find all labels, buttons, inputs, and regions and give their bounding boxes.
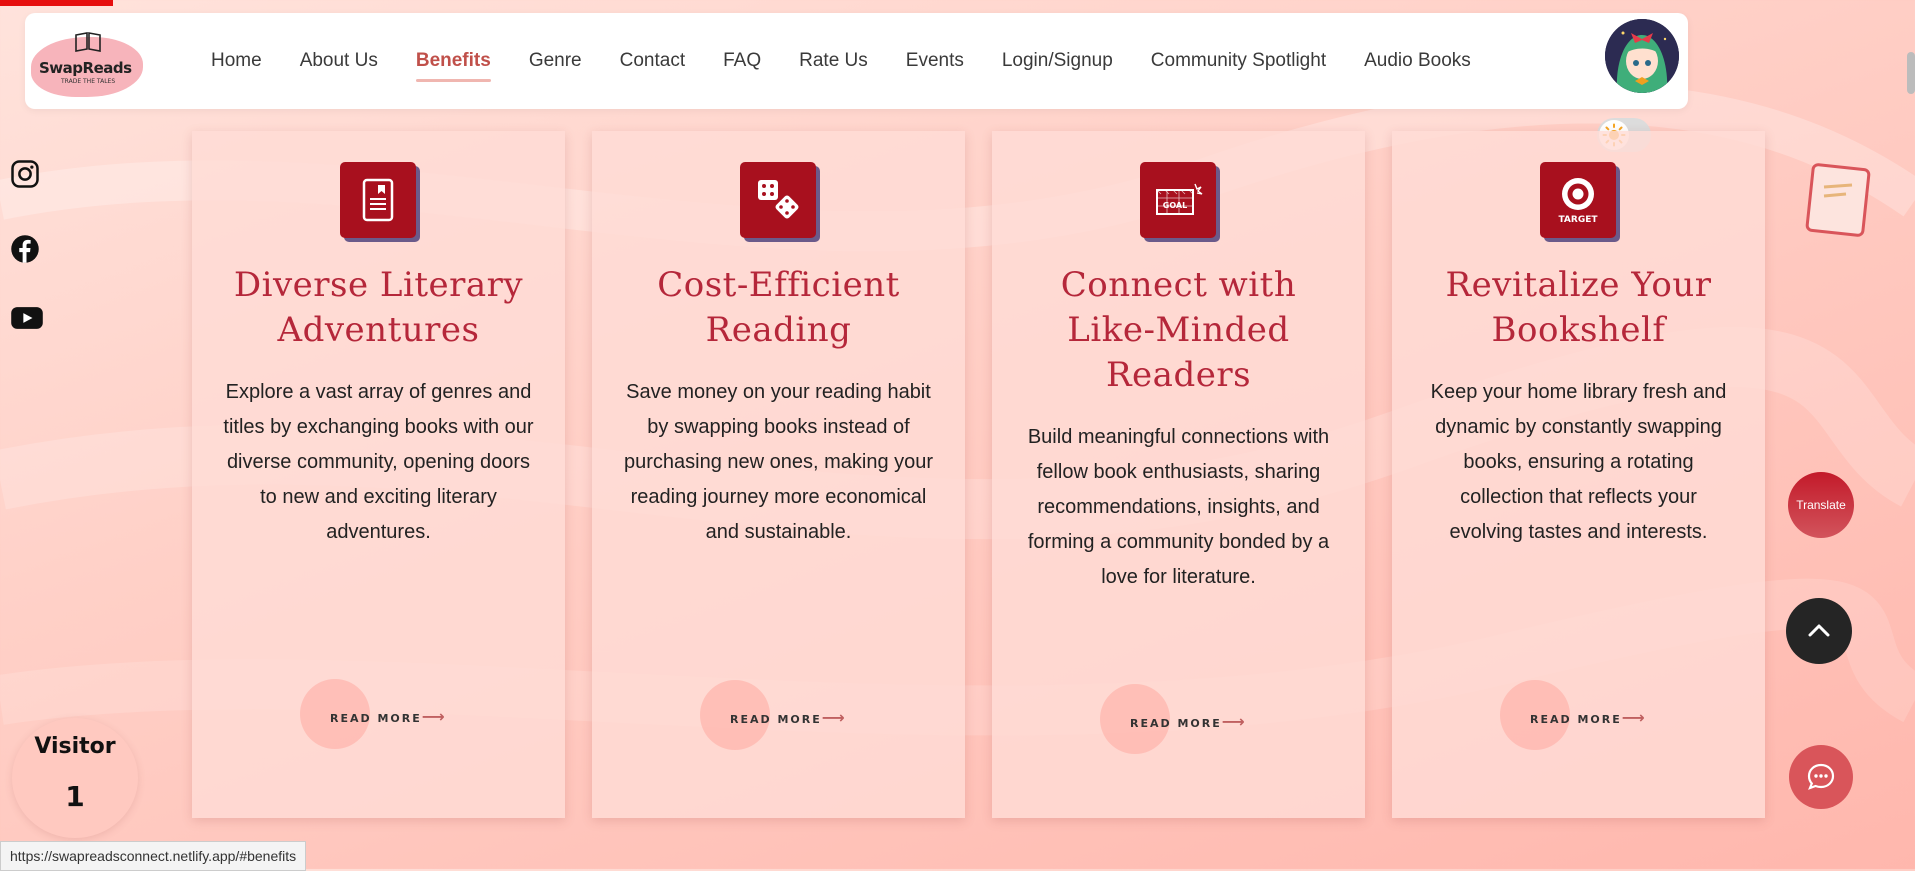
read-more-button[interactable]: READ MORE⟶ — [1500, 680, 1650, 752]
user-avatar[interactable] — [1605, 19, 1679, 93]
scroll-to-top-button[interactable] — [1786, 598, 1852, 664]
avatar-image — [1605, 19, 1679, 93]
benefit-card: Diverse Literary Adventures Explore a va… — [192, 131, 565, 818]
arrow-right-icon: ⟶ — [821, 708, 845, 727]
chat-bubble-icon — [1807, 763, 1835, 790]
read-more-label: READ MORE — [1530, 713, 1622, 726]
read-more-label: READ MORE — [330, 712, 422, 725]
card-title: Diverse Literary Adventures — [233, 265, 524, 350]
card-title: Connect with Like-Minded Readers — [1060, 265, 1297, 395]
card-title: Cost-Efficient Reading — [657, 265, 900, 350]
nav-rate-us[interactable]: Rate Us — [799, 50, 868, 72]
card-description: Explore a vast array of genres and title… — [223, 381, 534, 543]
arrow-right-icon: ⟶ — [421, 707, 445, 726]
logo-name: SwapReads — [39, 59, 132, 77]
nav-menu: Home About Us Benefits Genre Contact FAQ… — [211, 13, 1509, 109]
status-bar-url: https://swapreadsconnect.netlify.app/#be… — [0, 841, 307, 871]
youtube-icon[interactable] — [10, 303, 44, 333]
ebook-reader-icon — [339, 162, 416, 238]
card-title: Revitalize Your Bookshelf — [1445, 265, 1712, 350]
arrow-right-icon: ⟶ — [1221, 712, 1245, 731]
benefit-card: TARGET Revitalize Your Bookshelf Keep yo… — [1392, 131, 1765, 818]
read-more-button[interactable]: READ MORE⟶ — [300, 679, 450, 751]
read-more-label: READ MORE — [1130, 717, 1222, 730]
nav-contact[interactable]: Contact — [620, 50, 685, 72]
read-more-button[interactable]: READ MORE⟶ — [700, 680, 850, 752]
nav-community-spotlight[interactable]: Community Spotlight — [1151, 50, 1326, 72]
nav-faq[interactable]: FAQ — [723, 50, 761, 72]
visitor-counter: Visitor 1 — [12, 718, 138, 838]
chevron-up-icon — [1808, 624, 1830, 637]
nav-audio-books[interactable]: Audio Books — [1364, 50, 1471, 72]
nav-events[interactable]: Events — [906, 50, 964, 72]
nav-login-signup[interactable]: Login/Signup — [1002, 50, 1113, 72]
nav-genre[interactable]: Genre — [529, 50, 582, 72]
card-description: Save money on your reading habit by swap… — [623, 381, 934, 543]
logo-book-icon — [75, 32, 101, 52]
nav-benefits[interactable]: Benefits — [415, 50, 491, 82]
goal-icon-label: GOAL — [1162, 201, 1186, 210]
logo[interactable]: SwapReads TRADE THE TALES — [31, 31, 143, 99]
arrow-right-icon: ⟶ — [1621, 708, 1645, 727]
goal-icon: GOAL — [1139, 162, 1216, 238]
nav-about-us[interactable]: About Us — [300, 50, 378, 72]
logo-tagline: TRADE THE TALES — [61, 78, 116, 85]
facebook-icon[interactable] — [10, 234, 40, 264]
read-more-button[interactable]: READ MORE⟶ — [1100, 684, 1250, 756]
visitor-count: 1 — [65, 780, 85, 813]
card-description: Keep your home library fresh and dynamic… — [1430, 381, 1727, 543]
benefit-card: GOAL Connect with Like-Minded Readers Bu… — [992, 131, 1365, 818]
card-description: Build meaningful connections with fellow… — [1027, 426, 1330, 588]
visitor-label: Visitor — [34, 734, 116, 759]
chat-button[interactable] — [1789, 745, 1853, 809]
instagram-icon[interactable] — [10, 159, 40, 189]
dice-icon — [739, 162, 816, 238]
navbar: SwapReads TRADE THE TALES Home About Us … — [25, 13, 1688, 109]
read-more-label: READ MORE — [730, 713, 822, 726]
nav-home[interactable]: Home — [211, 50, 262, 72]
scrollbar-thumb[interactable] — [1907, 52, 1915, 94]
translate-button[interactable]: Translate — [1788, 472, 1854, 538]
scroll-progress-bar — [0, 0, 113, 6]
benefit-card: Cost-Efficient Reading Save money on you… — [592, 131, 965, 818]
notes-icon[interactable] — [1800, 161, 1872, 239]
target-icon: TARGET — [1539, 162, 1616, 238]
target-icon-label: TARGET — [1558, 215, 1598, 225]
